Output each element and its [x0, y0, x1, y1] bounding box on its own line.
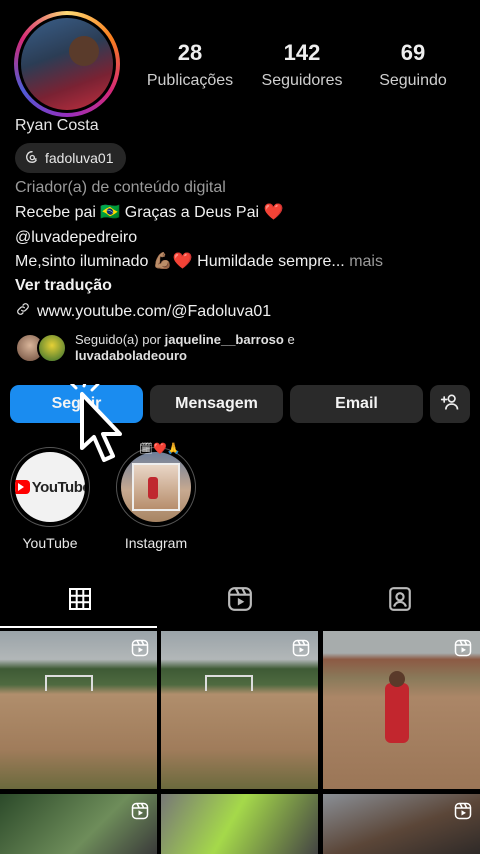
followers-stat[interactable]: 142 Seguidores	[247, 40, 357, 90]
post-thumbnail[interactable]	[161, 631, 318, 789]
avatar-photo	[21, 18, 113, 110]
followers-count: 142	[283, 40, 321, 65]
post-thumbnail[interactable]	[0, 631, 157, 789]
reel-icon	[454, 639, 472, 662]
highlight-photo	[132, 463, 180, 511]
followed-by-prefix: Seguido(a) por	[75, 332, 165, 347]
tab-grid[interactable]	[0, 583, 160, 619]
followed-by[interactable]: Seguido(a) por jaqueline__barroso e luva…	[15, 332, 295, 364]
threads-badge[interactable]: fadoluva01	[15, 143, 126, 173]
translate-link[interactable]: Ver tradução	[15, 276, 112, 296]
bio-mention-link[interactable]: @luvadepedreiro	[15, 228, 137, 248]
followers-label: Seguidores	[261, 72, 343, 89]
threads-icon	[25, 150, 39, 167]
following-count: 69	[400, 40, 426, 65]
bio-line-1: Recebe pai 🇧🇷 Graças a Deus Pai ❤️	[15, 204, 284, 221]
following-stat[interactable]: 69 Seguindo	[358, 40, 468, 90]
highlight-label: YouTube	[22, 535, 78, 551]
follower-avatar	[37, 333, 67, 363]
followed-by-connector: e	[283, 332, 295, 347]
highlight-youtube[interactable]: YouTube YouTube	[10, 447, 90, 551]
following-label: Seguindo	[379, 72, 447, 89]
tab-reels[interactable]	[160, 583, 320, 619]
link-icon	[15, 301, 31, 323]
reel-icon	[131, 639, 149, 662]
highlight-label: Instagram	[124, 535, 188, 551]
reel-icon	[131, 802, 149, 825]
follower-username: jaqueline__barroso	[164, 332, 284, 347]
highlight-emoji: 🗓❤️🙏	[139, 443, 181, 455]
post-thumbnail[interactable]	[0, 794, 157, 854]
more-link[interactable]: mais	[349, 253, 383, 270]
link-text: www.youtube.com/@Fadoluva01	[37, 303, 272, 320]
profile-name: Ryan Costa	[15, 117, 99, 134]
post-thumbnail[interactable]	[323, 631, 480, 789]
threads-handle: fadoluva01	[45, 150, 114, 166]
tagged-icon	[387, 586, 413, 617]
follower-username: luvadaboladeouro	[75, 348, 187, 363]
post-thumbnail[interactable]	[323, 794, 480, 854]
youtube-logo-text: YouTube	[31, 478, 85, 496]
posts-stat[interactable]: 28 Publicações	[135, 40, 245, 90]
grid-icon	[68, 587, 92, 616]
add-user-icon	[440, 392, 460, 417]
reel-icon	[454, 802, 472, 825]
reel-icon	[292, 639, 310, 662]
reels-icon	[227, 586, 253, 617]
youtube-play-icon	[15, 480, 30, 494]
add-user-button[interactable]	[430, 385, 470, 423]
active-tab-indicator	[0, 626, 157, 628]
message-button[interactable]: Mensagem	[150, 385, 283, 423]
post-thumbnail[interactable]	[161, 794, 318, 854]
email-button[interactable]: Email	[290, 385, 423, 423]
profile-avatar[interactable]	[14, 11, 120, 117]
highlight-instagram[interactable]: 🗓❤️🙏 Instagram	[116, 443, 196, 551]
tab-tagged[interactable]	[320, 583, 480, 619]
bio-line-3: Me,sinto iluminado 💪🏽❤️ Humildade sempre…	[15, 253, 345, 270]
profile-category: Criador(a) de conteúdo digital	[15, 179, 226, 196]
posts-count: 28	[177, 40, 203, 65]
posts-label: Publicações	[146, 72, 234, 89]
profile-link[interactable]: www.youtube.com/@Fadoluva01	[15, 301, 271, 323]
